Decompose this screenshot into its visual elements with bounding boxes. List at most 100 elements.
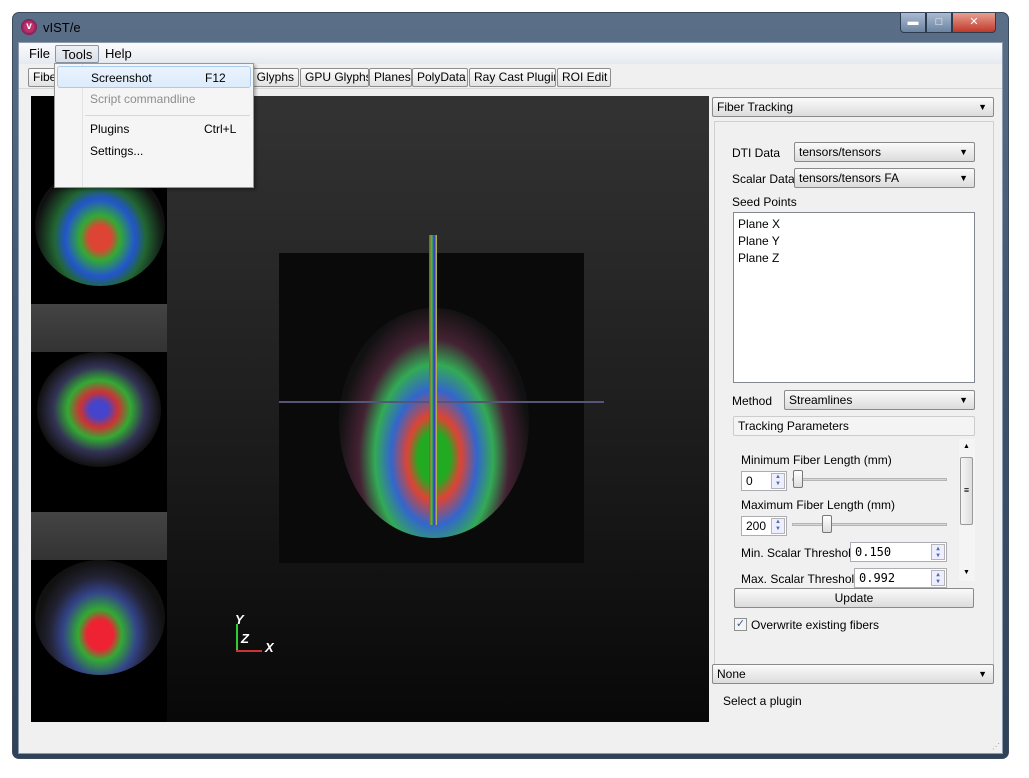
tab-planes[interactable]: Planes <box>369 68 412 87</box>
max-scalar-threshold-value: 0.992 <box>859 571 896 585</box>
max-scalar-threshold-label: Max. Scalar Threshold <box>741 572 861 586</box>
axis-x-label: X <box>265 640 274 655</box>
dti-data-label: DTI Data <box>732 146 781 160</box>
min-fiber-length-slider[interactable] <box>792 478 947 481</box>
chevron-down-icon: ▼ <box>978 669 987 679</box>
overwrite-label: Overwrite existing fibers <box>751 618 880 632</box>
menu-item-plugins[interactable]: Plugins Ctrl+L <box>57 118 251 140</box>
window-title: vIST/e <box>43 20 81 35</box>
axial-slice-plane <box>279 235 604 563</box>
method-value: Streamlines <box>789 393 853 407</box>
tracking-parameters-title: Tracking Parameters <box>738 419 849 433</box>
app-logo-icon: v <box>21 19 37 35</box>
menu-item-shortcut: F12 <box>205 71 226 85</box>
chevron-down-icon: ▼ <box>959 173 968 183</box>
resize-grip-icon[interactable]: ⋰ <box>992 742 1000 751</box>
min-scalar-threshold-value: 0.150 <box>855 545 892 559</box>
min-fiber-length-spinbox[interactable]: 0 ▲ ▼ <box>741 471 787 491</box>
seed-points-list[interactable]: Plane X Plane Y Plane Z <box>733 212 975 383</box>
spin-arrows-icon[interactable]: ▲ ▼ <box>931 570 945 586</box>
method-label: Method <box>732 394 773 408</box>
close-button[interactable]: ✕ <box>952 13 996 33</box>
thumbnail-divider <box>31 512 167 560</box>
seed-item[interactable]: Plane Y <box>738 234 780 248</box>
overwrite-checkbox[interactable]: ✓ <box>734 618 747 631</box>
dti-data-value: tensors/tensors <box>799 145 882 159</box>
menu-item-label: Settings... <box>90 144 144 158</box>
min-scalar-threshold-spinbox[interactable]: 0.150 ▲ ▼ <box>850 542 947 562</box>
y-axis-line <box>236 624 238 652</box>
menu-tools[interactable]: Tools <box>55 45 100 63</box>
seed-points-label: Seed Points <box>732 195 797 209</box>
min-fiber-length-slider-handle[interactable] <box>793 470 803 488</box>
thumbnail-sagittal[interactable] <box>31 560 167 722</box>
parameters-scrollbar[interactable]: ▲ ≡ ▼ <box>959 439 975 581</box>
tab-roi-edit[interactable]: ROI Edit <box>557 68 611 87</box>
min-fiber-length-value: 0 <box>746 474 753 488</box>
chevron-down-icon: ▼ <box>978 102 987 112</box>
seed-item[interactable]: Plane Z <box>738 251 779 265</box>
menu-separator <box>85 115 250 116</box>
scrollbar-thumb[interactable]: ≡ <box>960 457 973 525</box>
axis-z-label: Z <box>241 631 249 646</box>
method-select[interactable]: Streamlines ▼ <box>784 390 975 410</box>
x-axis-line <box>236 650 262 652</box>
menu-item-settings[interactable]: Settings... <box>57 140 251 162</box>
menu-item-shortcut: Ctrl+L <box>204 122 237 136</box>
max-fiber-length-spinbox[interactable]: 200 ▲ ▼ <box>741 516 787 536</box>
title-bar[interactable]: v vIST/e ▬ □ ✕ <box>13 13 1008 43</box>
max-fiber-length-slider[interactable] <box>792 523 947 526</box>
secondary-plugin-value: None <box>717 667 746 681</box>
thumbnail-coronal[interactable] <box>31 352 167 512</box>
menu-item-screenshot[interactable]: Screenshot F12 <box>57 66 251 88</box>
axis-y-label: Y <box>235 612 244 627</box>
menu-file[interactable]: File <box>23 45 56 63</box>
plugin-panel: Fiber Tracking ▼ DTI Data tensors/tensors… <box>712 96 997 722</box>
tab-polydata[interactable]: PolyData <box>412 68 468 87</box>
maximize-button[interactable]: □ <box>926 13 952 33</box>
render-viewport[interactable]: Y Z X <box>31 96 709 722</box>
menu-item-label: Screenshot <box>91 71 152 85</box>
tracking-parameters-header[interactable]: Tracking Parameters <box>733 416 975 436</box>
scalar-data-select[interactable]: tensors/tensors FA ▼ <box>794 168 975 188</box>
menu-item-script-commandline: Script commandline <box>57 88 251 110</box>
chevron-down-icon: ▼ <box>959 395 968 405</box>
plugin-select-value: Fiber Tracking <box>717 100 794 114</box>
select-plugin-hint: Select a plugin <box>723 694 802 708</box>
max-fiber-length-label: Maximum Fiber Length (mm) <box>741 498 896 512</box>
sagittal-plane-edge <box>429 235 437 525</box>
brain-slice-image <box>37 352 161 467</box>
max-fiber-length-value: 200 <box>746 519 767 533</box>
dti-data-select[interactable]: tensors/tensors ▼ <box>794 142 975 162</box>
seed-item[interactable]: Plane X <box>738 217 780 231</box>
tab-gpu-glyphs[interactable]: GPU Glyphs <box>300 68 369 87</box>
max-fiber-length-slider-handle[interactable] <box>822 515 832 533</box>
tools-dropdown-menu: Screenshot F12 Script commandline Plugins… <box>54 63 254 188</box>
thumbnail-divider <box>31 304 167 352</box>
tab-ray-cast-plugin[interactable]: Ray Cast Plugin <box>469 68 556 87</box>
tab-glyphs[interactable]: Glyphs <box>251 68 299 87</box>
minimize-button[interactable]: ▬ <box>900 13 926 33</box>
scalar-data-value: tensors/tensors FA <box>799 171 900 185</box>
horizontal-plane-edge <box>279 401 604 403</box>
chevron-down-icon: ▼ <box>959 147 968 157</box>
scroll-down-icon[interactable]: ▼ <box>963 569 970 576</box>
menu-help[interactable]: Help <box>99 45 138 63</box>
update-button[interactable]: Update <box>734 588 974 608</box>
max-scalar-threshold-spinbox[interactable]: 0.992 ▲ ▼ <box>854 568 947 588</box>
menu-item-label: Plugins <box>90 122 130 136</box>
scalar-data-label: Scalar Data <box>732 172 795 186</box>
orientation-axes: Y Z X <box>234 612 284 659</box>
min-fiber-length-label: Minimum Fiber Length (mm) <box>741 453 892 467</box>
spin-arrows-icon[interactable]: ▲ ▼ <box>931 544 945 560</box>
spin-arrows-icon[interactable]: ▲ ▼ <box>771 473 785 489</box>
secondary-plugin-select[interactable]: None ▼ <box>712 664 994 684</box>
spin-arrows-icon[interactable]: ▲ ▼ <box>771 518 785 534</box>
min-scalar-threshold-label: Min. Scalar Threshold <box>741 546 858 560</box>
plugin-select[interactable]: Fiber Tracking ▼ <box>712 97 994 117</box>
scroll-up-icon[interactable]: ▲ <box>963 443 970 450</box>
slice-thumbnails <box>31 96 167 722</box>
brain-slice-image <box>35 560 165 675</box>
menu-bar: File Tools Help <box>19 43 1002 64</box>
menu-item-label: Script commandline <box>90 92 196 106</box>
